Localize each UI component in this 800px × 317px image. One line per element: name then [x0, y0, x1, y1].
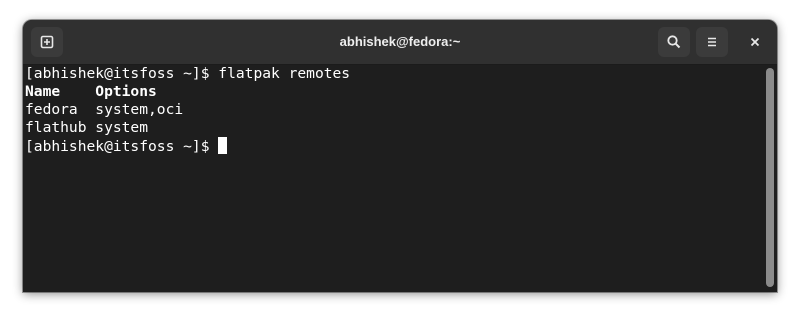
output-text: flathub system: [25, 119, 149, 136]
new-tab-button[interactable]: [31, 27, 63, 57]
shell-prompt: [abhishek@itsfoss ~]$: [25, 65, 219, 82]
terminal-line: [abhishek@itsfoss ~]$ flatpak remotes: [25, 65, 761, 83]
headerbar: abhishek@fedora:~: [23, 20, 777, 65]
output-text: fedora system,oci: [25, 101, 184, 118]
search-icon: [667, 35, 681, 49]
vertical-scrollbar[interactable]: [763, 65, 777, 292]
close-button[interactable]: [740, 27, 770, 57]
terminal-output[interactable]: [abhishek@itsfoss ~]$ flatpak remotes Na…: [23, 65, 761, 292]
shell-prompt: [abhishek@itsfoss ~]$: [25, 138, 219, 155]
close-icon: [750, 37, 760, 47]
terminal-line: fedora system,oci: [25, 101, 761, 119]
terminal-line: [abhishek@itsfoss ~]$: [25, 137, 761, 155]
hamburger-menu-icon: [708, 37, 716, 47]
search-button[interactable]: [658, 27, 690, 57]
terminal-line: Name Options: [25, 83, 761, 101]
output-header: Name Options: [25, 83, 157, 100]
command-text: flatpak remotes: [218, 65, 351, 82]
terminal-window: abhishek@fedora:~ [abhishek@itsfoss ~]$ …: [23, 20, 777, 292]
text-cursor: [218, 137, 228, 154]
scrollbar-thumb[interactable]: [766, 68, 774, 287]
menu-button[interactable]: [696, 27, 728, 57]
terminal-line: flathub system: [25, 119, 761, 137]
new-tab-icon: [40, 35, 54, 49]
